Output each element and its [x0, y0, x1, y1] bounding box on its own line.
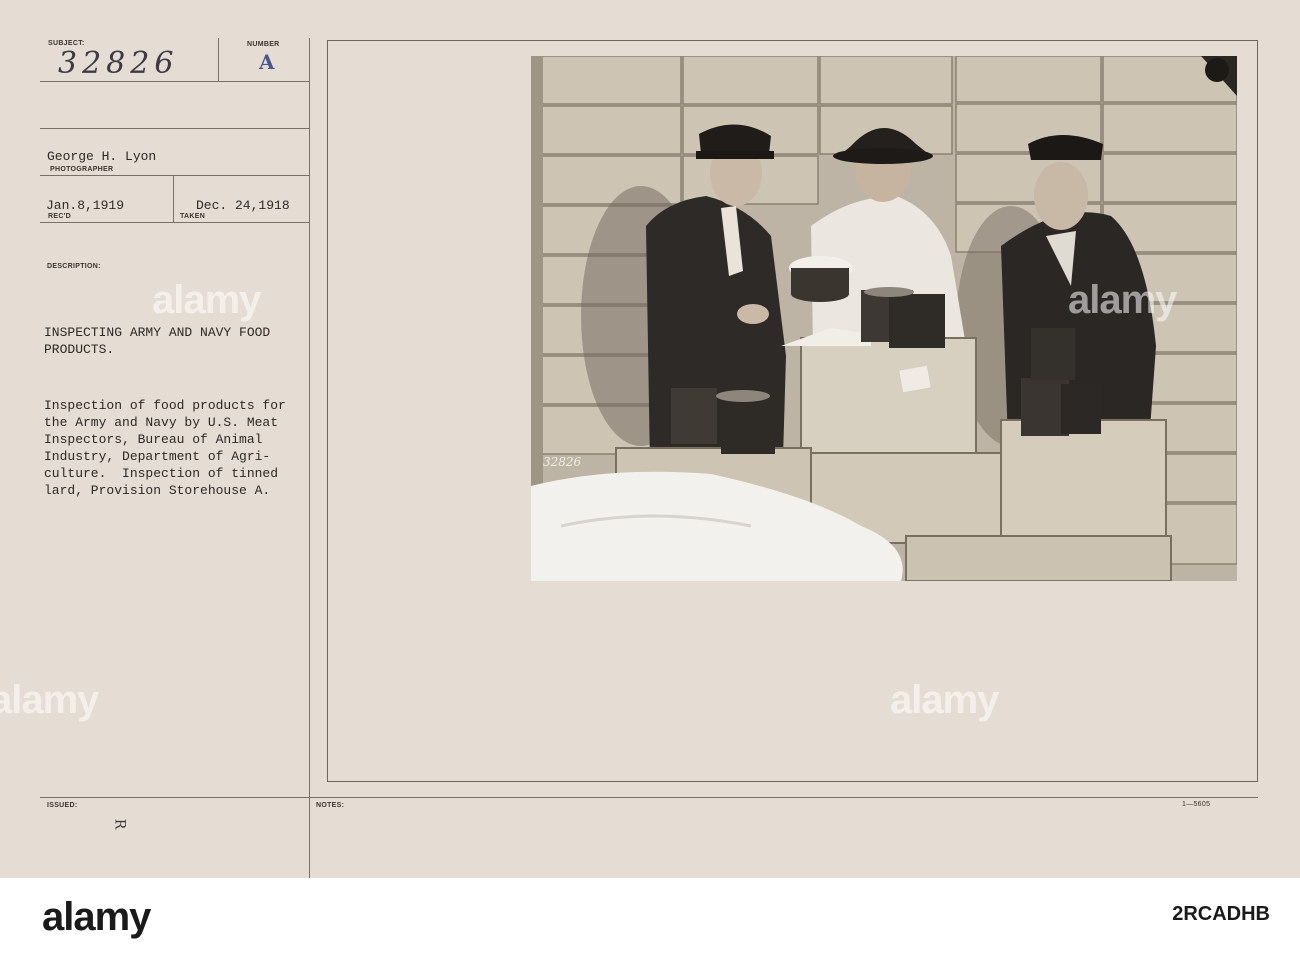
description-line: Inspection of food products for [44, 398, 286, 413]
divider [40, 175, 309, 176]
issued-mark: R [111, 818, 128, 830]
form-number: 1—5605 [1182, 801, 1211, 808]
divider [40, 81, 309, 82]
issued-label: ISSUED: [47, 802, 78, 809]
taken-date: Dec. 24,1918 [196, 198, 290, 213]
divider [309, 38, 310, 878]
watermark-logo: alamy [152, 278, 261, 322]
archive-card: SUBJECT: 32826 NUMBER A George H. Lyon P… [0, 0, 1300, 878]
description-line: lard, Provision Storehouse A. [44, 483, 271, 498]
divider [40, 797, 1258, 798]
image-id: 2RCADHB [1172, 903, 1270, 925]
number-value: A [259, 50, 275, 74]
description-title-line: INSPECTING ARMY AND NAVY FOOD [44, 325, 271, 340]
notes-label: NOTES: [316, 802, 345, 809]
description-label: DESCRIPTION: [47, 263, 101, 270]
footer-logo[interactable]: alamy [42, 895, 151, 940]
description-line: Industry, Department of Agri- [44, 449, 271, 464]
negative-number: 32826 [543, 455, 582, 469]
divider [218, 38, 219, 82]
number-label: NUMBER [247, 41, 280, 48]
subject-number: 32826 [58, 46, 179, 81]
photographer-name: George H. Lyon [47, 149, 157, 164]
watermark-logo: alamy [0, 678, 99, 722]
description-title-line: PRODUCTS. [44, 342, 115, 357]
received-date: Jan.8,1919 [46, 198, 125, 213]
received-label: REC'D [48, 213, 71, 220]
divider [40, 222, 309, 223]
description-line: Inspectors, Bureau of Animal [44, 432, 263, 447]
divider [40, 128, 309, 129]
description-line: culture. Inspection of tinned [44, 466, 279, 481]
description-line: the Army and Navy by U.S. Meat [44, 415, 279, 430]
footer-bar [0, 878, 1300, 966]
photographer-label: PHOTOGRAPHER [50, 166, 114, 173]
taken-label: TAKEN [180, 213, 206, 220]
divider [173, 175, 174, 222]
watermark-logo: alamy [1068, 278, 1177, 322]
watermark-logo: alamy [890, 678, 999, 722]
